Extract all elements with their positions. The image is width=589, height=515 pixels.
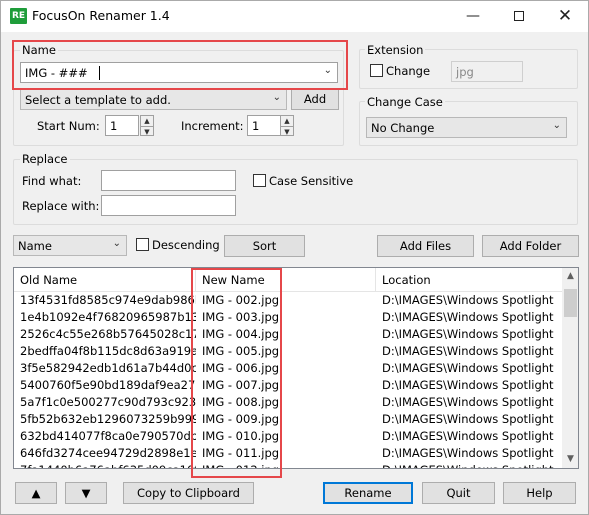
cell-old-name: 2526c4c55e268b57645028c17da... xyxy=(20,327,196,341)
cell-location: D:\IMAGES\Windows Spotlight ... xyxy=(382,361,558,375)
find-what-input[interactable] xyxy=(101,170,236,191)
start-num-spinner[interactable]: ▲ ▼ xyxy=(140,115,154,136)
quit-button[interactable]: Quit xyxy=(422,482,495,504)
table-row[interactable]: 3f5e582942edb1d61a7b44d0c8e...IMG - 006.… xyxy=(14,360,562,377)
spin-up-icon[interactable]: ▲ xyxy=(141,116,153,126)
table-row[interactable]: 646fd3274cee94729d2898e1e5d...IMG - 011.… xyxy=(14,445,562,462)
copy-to-clipboard-button[interactable]: Copy to Clipboard xyxy=(123,482,254,504)
chevron-down-icon[interactable]: ⌄ xyxy=(113,238,121,249)
change-extension-label: Change xyxy=(386,64,431,78)
chevron-down-icon[interactable]: ⌄ xyxy=(553,120,561,131)
cell-location: D:\IMAGES\Windows Spotlight ... xyxy=(382,429,558,443)
cell-old-name: 646fd3274cee94729d2898e1e5d... xyxy=(20,446,196,460)
replace-group-label: Replace xyxy=(20,152,70,166)
table-row[interactable]: 5400760f5e90bd189daf9ea2799...IMG - 007.… xyxy=(14,377,562,394)
cell-old-name: 5400760f5e90bd189daf9ea2799... xyxy=(20,378,196,392)
replace-with-label: Replace with: xyxy=(22,199,100,213)
cell-location: D:\IMAGES\Windows Spotlight ... xyxy=(382,344,558,358)
chevron-down-icon[interactable]: ⌄ xyxy=(273,92,281,103)
cell-old-name: 1e4b1092e4f76820965987b137a... xyxy=(20,310,196,324)
cell-old-name: 13f4531fd8585c974e9dab986be... xyxy=(20,293,196,307)
cell-old-name: 3f5e582942edb1d61a7b44d0c8e... xyxy=(20,361,196,375)
case-sensitive-label: Case Sensitive xyxy=(269,174,354,188)
maximize-icon[interactable] xyxy=(496,1,542,32)
template-combobox[interactable]: Select a template to add. ⌄ xyxy=(20,89,287,110)
scroll-down-icon[interactable]: ▼ xyxy=(562,451,578,468)
scroll-up-icon[interactable]: ▲ xyxy=(562,268,578,285)
cell-old-name: 632bd414077f8ca0e790570db4c... xyxy=(20,429,196,443)
add-template-button[interactable]: Add xyxy=(291,88,339,110)
cell-old-name: 7fa1440b6a76abf635d09ca10f... xyxy=(20,463,196,468)
cell-location: D:\IMAGES\Windows Spotlight ... xyxy=(382,293,558,307)
table-row[interactable]: 2526c4c55e268b57645028c17da...IMG - 004.… xyxy=(14,326,562,343)
help-button[interactable]: Help xyxy=(503,482,576,504)
scrollbar-thumb[interactable] xyxy=(564,289,577,317)
change-case-value: No Change xyxy=(371,121,435,135)
sort-by-combobox[interactable]: Name ⌄ xyxy=(13,235,127,256)
find-what-label: Find what: xyxy=(22,174,82,188)
table-row[interactable]: 7fa1440b6a76abf635d09ca10f...IMG - 012.j… xyxy=(14,462,562,468)
cell-location: D:\IMAGES\Windows Spotlight ... xyxy=(382,463,558,468)
descending-label: Descending xyxy=(152,238,220,252)
extension-input[interactable]: jpg xyxy=(451,61,523,82)
increment-value: 1 xyxy=(252,119,260,133)
column-old-name[interactable]: Old Name xyxy=(14,268,196,292)
cell-old-name: 2bedffa04f8b115dc8d63a919ae... xyxy=(20,344,196,358)
name-highlight-box xyxy=(12,40,348,90)
column-location[interactable]: Location xyxy=(376,268,562,292)
table-row[interactable]: 2bedffa04f8b115dc8d63a919ae...IMG - 005.… xyxy=(14,343,562,360)
table-row[interactable]: 632bd414077f8ca0e790570db4c...IMG - 010.… xyxy=(14,428,562,445)
change-extension-checkbox[interactable] xyxy=(370,64,383,77)
extension-value: jpg xyxy=(456,65,474,79)
file-list-header: Old Name New Name Location xyxy=(14,268,562,292)
title-bar[interactable]: RE FocusOn Renamer 1.4 — ✕ xyxy=(1,1,588,32)
increment-input[interactable]: 1 xyxy=(247,115,281,136)
start-num-value: 1 xyxy=(110,119,118,133)
template-combobox-placeholder: Select a template to add. xyxy=(25,93,171,107)
sort-button[interactable]: Sort xyxy=(224,235,305,257)
increment-spinner[interactable]: ▲ ▼ xyxy=(280,115,294,136)
replace-with-input[interactable] xyxy=(101,195,236,216)
case-sensitive-checkbox[interactable] xyxy=(253,174,266,187)
sort-by-value: Name xyxy=(18,239,52,253)
table-row[interactable]: 5fb52b632eb1296073259b99965...IMG - 009.… xyxy=(14,411,562,428)
move-up-button[interactable]: ▲ xyxy=(15,482,57,504)
app-icon: RE xyxy=(10,8,27,24)
start-num-label: Start Num: xyxy=(37,119,100,133)
minimize-icon[interactable]: — xyxy=(450,1,496,32)
cell-old-name: 5fb52b632eb1296073259b99965... xyxy=(20,412,196,426)
spin-down-icon[interactable]: ▼ xyxy=(281,126,293,136)
cell-location: D:\IMAGES\Windows Spotlight ... xyxy=(382,378,558,392)
extension-group-label: Extension xyxy=(365,43,426,57)
move-down-button[interactable]: ▼ xyxy=(65,482,107,504)
increment-label: Increment: xyxy=(181,119,244,133)
table-row[interactable]: 5a7f1c0e500277c90d793c923de...IMG - 008.… xyxy=(14,394,562,411)
descending-checkbox[interactable] xyxy=(136,238,149,251)
cell-location: D:\IMAGES\Windows Spotlight ... xyxy=(382,412,558,426)
add-files-button[interactable]: Add Files xyxy=(377,235,474,257)
window-title: FocusOn Renamer 1.4 xyxy=(32,8,170,23)
table-row[interactable]: 13f4531fd8585c974e9dab986be...IMG - 002.… xyxy=(14,292,562,309)
cell-location: D:\IMAGES\Windows Spotlight ... xyxy=(382,446,558,460)
new-name-highlight-box xyxy=(191,268,282,478)
change-case-combobox[interactable]: No Change ⌄ xyxy=(366,117,567,138)
vertical-scrollbar[interactable]: ▲ ▼ xyxy=(562,268,578,468)
replace-group xyxy=(13,159,578,225)
app-window: RE FocusOn Renamer 1.4 — ✕ Name IMG - ##… xyxy=(0,0,589,515)
add-folder-button[interactable]: Add Folder xyxy=(482,235,579,257)
close-icon[interactable]: ✕ xyxy=(542,1,588,32)
cell-location: D:\IMAGES\Windows Spotlight ... xyxy=(382,395,558,409)
cell-old-name: 5a7f1c0e500277c90d793c923de... xyxy=(20,395,196,409)
change-case-group-label: Change Case xyxy=(365,95,445,109)
spin-up-icon[interactable]: ▲ xyxy=(281,116,293,126)
cell-location: D:\IMAGES\Windows Spotlight ... xyxy=(382,327,558,341)
table-row[interactable]: 1e4b1092e4f76820965987b137a...IMG - 003.… xyxy=(14,309,562,326)
file-list[interactable]: Old Name New Name Location 13f4531fd8585… xyxy=(13,267,579,469)
cell-location: D:\IMAGES\Windows Spotlight ... xyxy=(382,310,558,324)
rename-button[interactable]: Rename xyxy=(323,482,413,504)
start-num-input[interactable]: 1 xyxy=(105,115,139,136)
spin-down-icon[interactable]: ▼ xyxy=(141,126,153,136)
